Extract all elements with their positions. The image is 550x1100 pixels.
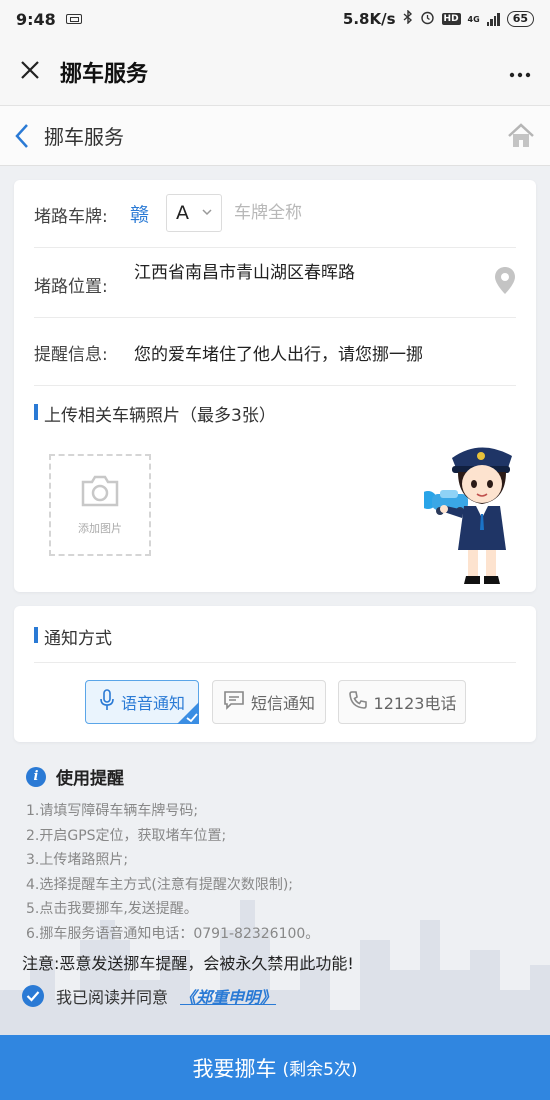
plate-input[interactable] bbox=[234, 194, 434, 232]
camera-icon bbox=[80, 474, 120, 512]
status-time: 9:48 bbox=[16, 9, 56, 29]
letter-value: A bbox=[176, 202, 189, 224]
list-item: 5.点击我要挪车,发送提醒。 bbox=[26, 901, 198, 917]
close-icon[interactable] bbox=[0, 57, 60, 87]
list-item: 4.选择提醒车主方式(注意有提醒次数限制); bbox=[26, 876, 293, 893]
abuse-warning: 注意:恶意发送挪车提醒，会被永久禁用此功能! bbox=[22, 954, 354, 973]
bluetooth-icon bbox=[403, 9, 413, 28]
phone-icon bbox=[348, 690, 368, 714]
microphone-icon bbox=[99, 689, 115, 715]
list-item: 2.开启GPS定位，获取堵车位置; bbox=[26, 827, 227, 844]
usage-tips: i 使用提醒 1.请填写障碍车辆车牌号码; 2.开启GPS定位，获取堵车位置; … bbox=[26, 764, 526, 946]
list-item: 1.请填写障碍车辆车牌号码; bbox=[26, 803, 199, 819]
info-icon: i bbox=[26, 766, 46, 787]
tips-list: 1.请填写障碍车辆车牌号码; 2.开启GPS定位，获取堵车位置; 3.上传堵路照… bbox=[26, 799, 526, 946]
list-item: 3.上传堵路照片; bbox=[26, 852, 129, 868]
divider bbox=[34, 662, 516, 663]
selected-check-icon bbox=[177, 702, 199, 724]
app-title: 挪车服务 bbox=[60, 61, 149, 87]
home-icon[interactable] bbox=[492, 122, 550, 149]
app-bar: 挪车服务 bbox=[0, 38, 550, 106]
police-mascot-image bbox=[419, 442, 528, 592]
battery-level: 65 bbox=[506, 11, 534, 27]
sms-notify-option[interactable]: 短信通知 bbox=[212, 680, 326, 724]
province-selector[interactable]: 赣 bbox=[130, 200, 149, 227]
agree-text: 我已阅读并同意 bbox=[56, 988, 169, 1007]
chevron-left-icon[interactable] bbox=[0, 123, 44, 149]
list-item: 6.挪车服务语音通知电话：0791-82326100。 bbox=[26, 925, 320, 942]
add-photo-button[interactable]: 添加图片 bbox=[49, 454, 151, 556]
chevron-down-icon bbox=[202, 209, 212, 216]
submit-label: 我要挪车 bbox=[192, 1056, 277, 1081]
plate-label: 堵路车牌: bbox=[34, 207, 108, 227]
tips-title: 使用提醒 bbox=[56, 769, 124, 789]
message-row: 提醒信息: 您的爱车堵住了他人出行，请您挪一挪 bbox=[34, 318, 516, 386]
more-icon[interactable] bbox=[490, 59, 550, 84]
voice-notify-label: 语音通知 bbox=[120, 694, 185, 713]
network-type: 4G bbox=[467, 14, 480, 24]
hd-badge: HD bbox=[441, 13, 461, 25]
network-speed: 5.8K/s bbox=[342, 10, 396, 28]
message-label: 提醒信息: bbox=[34, 345, 108, 365]
nav-bar: 挪车服务 bbox=[0, 106, 550, 166]
submit-button[interactable]: 我要挪车 (剩余5次) bbox=[0, 1035, 550, 1100]
location-label: 堵路位置: bbox=[34, 277, 108, 297]
signal-icon bbox=[486, 12, 500, 26]
status-bar: 9:48 5.8K/s HD 4G 65 bbox=[0, 0, 550, 38]
location-pin-icon[interactable] bbox=[494, 266, 516, 300]
message-icon bbox=[223, 690, 245, 714]
location-row: 堵路位置: 江西省南昌市青山湖区春晖路 bbox=[34, 248, 516, 318]
location-value[interactable]: 江西省南昌市青山湖区春晖路 bbox=[134, 258, 355, 283]
form-card: 堵路车牌: 赣 A 堵路位置: 江西省南昌市青山湖区春晖路 提醒信息: 您的爱车… bbox=[14, 180, 536, 592]
upload-title: 上传相关车辆照片（最多3张） bbox=[34, 401, 276, 426]
sim-card-icon bbox=[65, 14, 82, 24]
message-value[interactable]: 您的爱车堵住了他人出行，请您挪一挪 bbox=[134, 340, 423, 365]
tips-header: i 使用提醒 bbox=[26, 764, 526, 789]
phone-notify-label: 12123电话 bbox=[373, 694, 457, 713]
statement-link[interactable]: 《郑重申明》 bbox=[180, 984, 276, 1008]
alarm-icon bbox=[420, 10, 435, 29]
add-photo-label: 添加图片 bbox=[78, 522, 122, 535]
plate-row: 堵路车牌: 赣 A bbox=[34, 180, 516, 248]
agreement-row: 我已阅读并同意 《郑重申明》 bbox=[22, 984, 276, 1008]
notify-card: 通知方式 语音通知 短信通知 12123电话 bbox=[14, 606, 536, 742]
nav-title: 挪车服务 bbox=[44, 125, 124, 149]
notify-title: 通知方式 bbox=[34, 624, 112, 649]
voice-notify-option[interactable]: 语音通知 bbox=[85, 680, 199, 724]
sms-notify-label: 短信通知 bbox=[250, 694, 315, 713]
agree-checkbox[interactable] bbox=[22, 985, 44, 1007]
letter-select[interactable]: A bbox=[166, 194, 222, 232]
phone-notify-option[interactable]: 12123电话 bbox=[338, 680, 466, 724]
remaining-count: (剩余5次) bbox=[282, 1060, 358, 1080]
status-indicators: 5.8K/s HD 4G 65 bbox=[342, 9, 534, 29]
